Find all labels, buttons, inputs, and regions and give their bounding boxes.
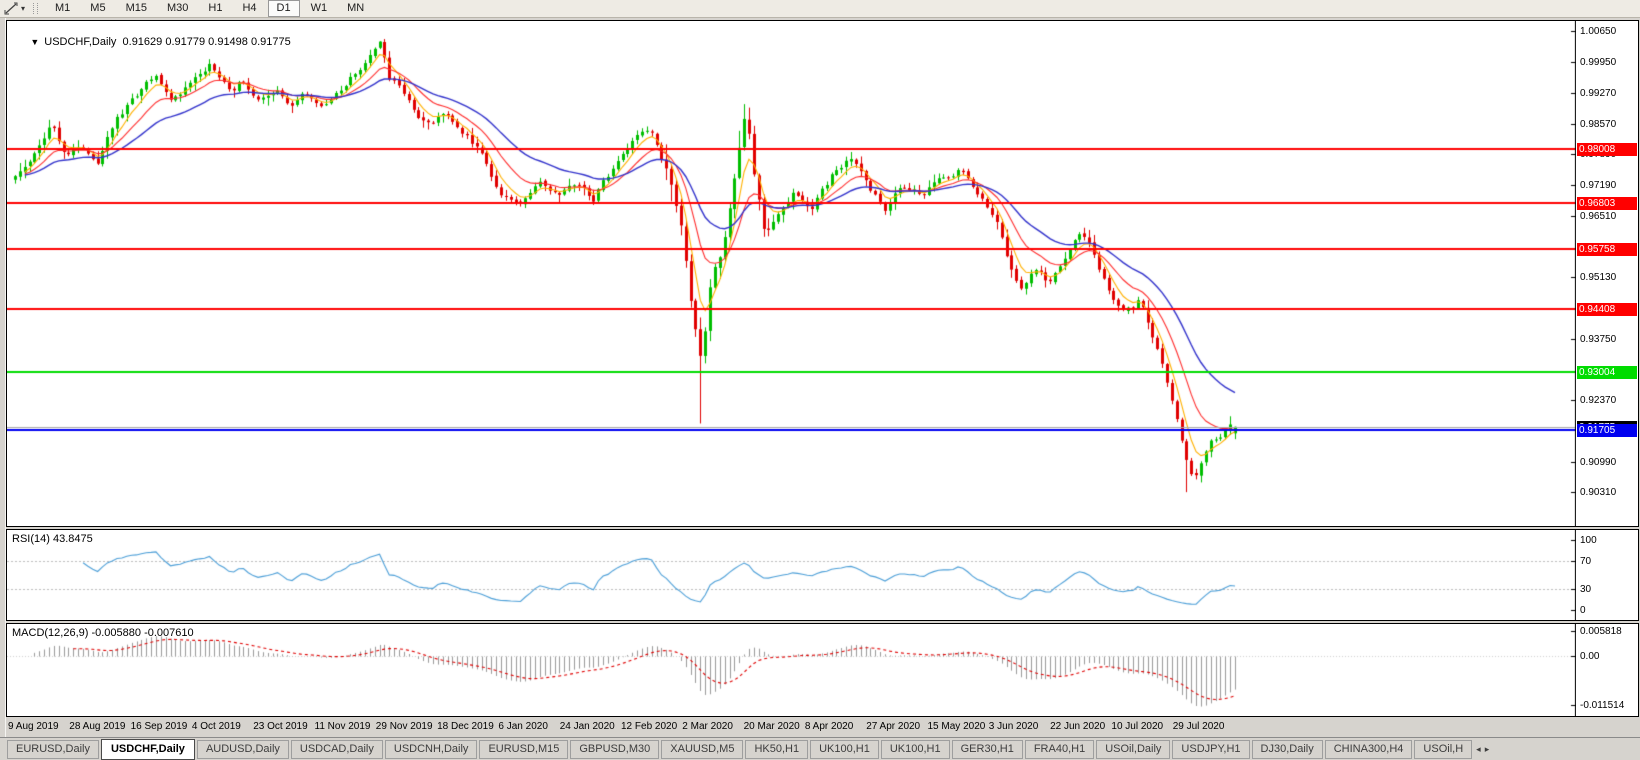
chart-tab-usdcad-daily[interactable]: USDCAD,Daily [290,739,383,759]
axis-tick-label: 0.92370 [1580,395,1617,406]
line-tool-dropdown-caret[interactable]: ▾ [20,4,28,13]
rsi-indicator-panel: RSI(14) 43.8475 100 70 30 0 [6,529,1639,621]
axis-tick-label: 0.96510 [1580,211,1617,222]
chart-tab-eurusd-m15[interactable]: EURUSD,M15 [479,739,569,759]
chart-tab-bar: EURUSD,Daily USDCHF,Daily AUDUSD,Daily USDC… [0,737,1640,760]
macd-label: MACD(12,26,9) -0.005880 -0.007610 [12,627,194,639]
timeframe-button-h4[interactable]: H4 [233,0,265,17]
axis-tick-label: 0.00 [1580,651,1600,662]
chart-symbol-label: USDCHF,Daily [44,36,117,48]
chart-tab-usoil-daily[interactable]: USOil,Daily [1096,739,1171,759]
price-chart-panel: ▼ USDCHF,Daily 0.91629 0.91779 0.91498 0.… [6,20,1639,527]
time-axis-label: 16 Sep 2019 [130,721,188,732]
chart-tab-dj30-daily[interactable]: DJ30,Daily [1251,739,1323,759]
time-axis-label: 22 Jun 2020 [1050,721,1106,732]
axis-tick-label: 0.99270 [1580,88,1617,99]
axis-tick-label: 0.97190 [1580,180,1617,191]
time-axis-label: 27 Apr 2020 [866,721,921,732]
axis-tick-label: 0.98570 [1580,119,1617,130]
rsi-label: RSI(14) 43.8475 [12,533,93,545]
chart-tab-hk50-h1[interactable]: HK50,H1 [745,739,809,759]
time-axis-label: 29 Nov 2019 [375,721,433,732]
chart-tab-xauusd-m5[interactable]: XAUUSD,M5 [661,739,744,759]
time-axis-label: 11 Nov 2019 [314,721,371,732]
time-axis-label: 28 Aug 2019 [69,721,126,732]
axis-tick-label: 0.93750 [1580,334,1617,345]
macd-indicator-panel: MACD(12,26,9) -0.005880 -0.007610 0.0058… [6,623,1639,717]
time-axis-label: 23 Oct 2019 [253,721,308,732]
macd-canvas[interactable] [7,624,1576,716]
time-axis-label: 10 Jul 2020 [1111,721,1164,732]
time-axis-label: 4 Oct 2019 [191,721,241,732]
chart-tab-gbpusd-m30[interactable]: GBPUSD,M30 [570,739,660,759]
axis-tick-label: 0 [1580,605,1586,616]
axis-tick-label: -0.011514 [1580,700,1625,711]
tab-scroll-left-icon[interactable]: ◂ [1474,744,1483,755]
chart-tab-uk100-h1[interactable]: UK100,H1 [880,739,950,759]
hline-price-badge[interactable]: 0.94408 [1577,303,1637,316]
chart-tab-usdjpy-h1[interactable]: USDJPY,H1 [1172,739,1250,759]
time-axis-label: 18 Dec 2019 [437,721,494,732]
axis-tick-label: 0.99950 [1580,57,1617,68]
timeframe-button-m15[interactable]: M15 [117,0,156,17]
axis-tick-label: 100 [1580,535,1597,546]
time-axis-label: 3 Jun 2020 [988,721,1039,732]
axis-tick-label: 0.005818 [1580,626,1622,637]
axis-tick-label: 0.90990 [1580,457,1617,468]
chart-tab-china300-h4[interactable]: CHINA300,H4 [1324,739,1413,759]
axis-tick-label: 1.00650 [1580,26,1617,37]
time-axis-label: 6 Jan 2020 [498,721,548,732]
time-axis: 9 Aug 2019 28 Aug 2019 16 Sep 2019 4 Oct 20… [6,717,1639,735]
hline-price-badge[interactable]: 0.98008 [1577,143,1637,156]
chart-tab-audusd-daily[interactable]: AUDUSD,Daily [196,739,289,759]
time-axis-label: 2 Mar 2020 [682,721,733,732]
hline-price-badge[interactable]: 0.95758 [1577,243,1637,256]
timeframe-button-d1[interactable]: D1 [267,0,300,17]
macd-axis: 0.005818 0.00 -0.011514 [1576,624,1638,716]
rsi-axis: 100 70 30 0 [1576,530,1638,620]
timeframe-button-m1[interactable]: M1 [46,0,79,17]
time-axis-label: 9 Aug 2019 [8,721,59,732]
toolbar-grip[interactable] [33,3,39,14]
chart-ohlc-values: 0.91629 0.91779 0.91498 0.91775 [122,36,291,48]
chart-tab-uk100-h1[interactable]: UK100,H1 [810,739,879,759]
timeframe-button-m5[interactable]: M5 [81,0,114,17]
axis-tick-label: 0.90310 [1580,487,1617,498]
chart-tab-ger30-h1[interactable]: GER30,H1 [951,739,1023,759]
price-chart-canvas[interactable] [7,21,1576,526]
chart-collapse-caret[interactable]: ▼ [30,37,39,47]
chart-tab-usdchf-daily[interactable]: USDCHF,Daily [100,738,195,760]
chart-tab-usdcnh-daily[interactable]: USDCNH,Daily [384,739,478,759]
hline-price-badge[interactable]: 0.96803 [1577,197,1637,210]
time-axis-label: 29 Jul 2020 [1172,721,1225,732]
chart-tab-fra40-h1[interactable]: FRA40,H1 [1024,739,1095,759]
chart-tab-usoil-h[interactable]: USOil,H [1414,739,1473,759]
tab-scroll-right-icon[interactable]: ▸ [1483,744,1492,755]
hline-price-badge[interactable]: 0.93004 [1577,366,1637,379]
timeframe-button-w1[interactable]: W1 [302,0,337,17]
timeframe-toolbar: ▾ M1 M5 M15 M30 H1 H4 D1 W1 MN [0,0,1640,18]
chart-title: ▼ USDCHF,Daily 0.91629 0.91779 0.91498 0.… [12,24,291,60]
axis-tick-label: 70 [1580,556,1592,567]
time-axis-label: 20 Mar 2020 [743,721,800,732]
time-axis-label: 8 Apr 2020 [804,721,854,732]
time-axis-label: 12 Feb 2020 [621,721,678,732]
timeframe-button-h1[interactable]: H1 [199,0,231,17]
time-axis-label: 15 May 2020 [927,721,986,732]
draw-line-tool-icon[interactable] [2,1,20,16]
timeframe-button-m30[interactable]: M30 [158,0,197,17]
time-axis-label: 24 Jan 2020 [559,721,615,732]
rsi-canvas[interactable] [7,530,1576,620]
chart-tab-eurusd-daily[interactable]: EURUSD,Daily [7,739,99,759]
price-axis: 1.006500.999500.992700.985700.978900.971… [1576,21,1638,526]
trading-terminal-window: ▾ M1 M5 M15 M30 H1 H4 D1 W1 MN ▼ USDCHF,Daily 0.9… [0,0,1640,760]
axis-tick-label: 0.95130 [1580,272,1617,283]
axis-tick-label: 30 [1580,584,1592,595]
timeframe-button-mn[interactable]: MN [338,0,373,17]
hline-price-badge[interactable]: 0.91705 [1577,424,1637,437]
